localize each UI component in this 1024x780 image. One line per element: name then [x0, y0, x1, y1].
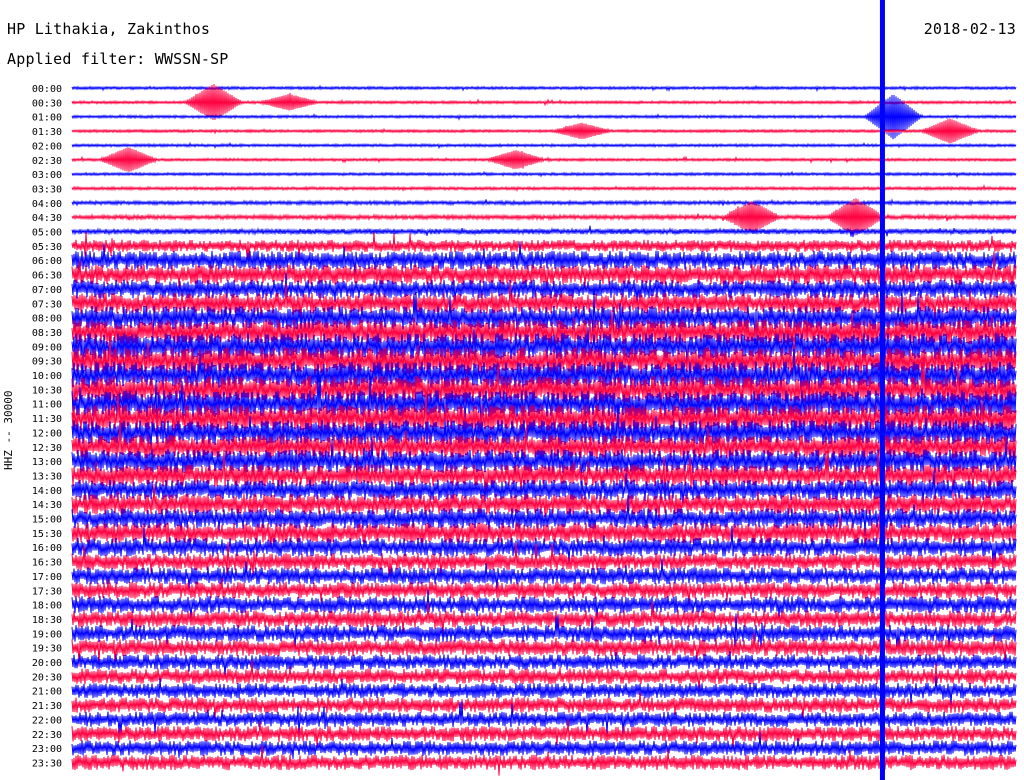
row-time-label: 16:30	[32, 558, 62, 569]
row-time-label: 15:00	[32, 515, 62, 526]
row-time-label: 08:30	[32, 328, 62, 339]
trace-line	[71, 198, 1017, 207]
row-time-label: 17:30	[32, 586, 62, 597]
row-time-label: 14:30	[32, 500, 62, 511]
row-time-label: 16:00	[32, 543, 62, 554]
trace-line	[71, 184, 1017, 192]
row-time-label: 17:00	[32, 572, 62, 583]
row-time-label: 13:00	[32, 457, 62, 468]
row-time-label: 12:30	[32, 443, 62, 454]
event-spike	[879, 0, 885, 780]
row-time-label: 15:30	[32, 529, 62, 540]
row-time-label: 13:30	[32, 471, 62, 482]
row-time-label: 09:00	[32, 342, 62, 353]
row-time-label: 23:00	[32, 744, 62, 755]
row-time-label: 22:30	[32, 730, 62, 741]
row-time-label: 06:30	[32, 271, 62, 282]
row-time-label: 21:00	[32, 687, 62, 698]
row-time-label: 22:00	[32, 715, 62, 726]
row-time-label: 20:00	[32, 658, 62, 669]
row-time-label: 18:00	[32, 601, 62, 612]
row-time-label: 00:30	[32, 98, 62, 109]
row-time-label: 23:30	[32, 758, 62, 769]
row-time-label: 12:00	[32, 428, 62, 439]
row-time-label: 01:00	[32, 113, 62, 124]
row-time-label: 11:00	[32, 400, 62, 411]
row-time-label: 10:30	[32, 385, 62, 396]
seismogram-plot: 00:00 00:30 01:00 01:30 02:00 02:30 03:00 03:30…	[32, 0, 1017, 780]
row-time-label: 03:30	[32, 184, 62, 195]
row-time-label: 04:30	[32, 213, 62, 224]
row-time-label: 09:30	[32, 357, 62, 368]
trace-line	[71, 225, 1017, 238]
row-time-label: 19:30	[32, 644, 62, 655]
row-time-label: 03:00	[32, 170, 62, 181]
row-time-label: 11:30	[32, 414, 62, 425]
row-time-label: 10:00	[32, 371, 62, 382]
row-time-label: 01:30	[32, 127, 62, 138]
row-time-label: 05:30	[32, 242, 62, 253]
row-time-label: 08:00	[32, 314, 62, 325]
trace-line	[71, 147, 1017, 172]
row-time-label: 02:00	[32, 141, 62, 152]
row-time-label: 18:30	[32, 615, 62, 626]
row-time-label: 07:00	[32, 285, 62, 296]
row-time-label: 14:00	[32, 486, 62, 497]
row-time-label: 04:00	[32, 199, 62, 210]
row-time-label: 06:00	[32, 256, 62, 267]
row-time-label: 05:00	[32, 228, 62, 239]
row-time-label: 02:30	[32, 156, 62, 167]
row-time-label: 19:00	[32, 629, 62, 640]
trace-line	[71, 141, 1017, 150]
row-time-label: 21:30	[32, 701, 62, 712]
row-time-label: 20:30	[32, 672, 62, 683]
row-time-label: 00:00	[32, 84, 62, 95]
row-time-label: 07:30	[32, 299, 62, 310]
trace-line	[71, 170, 1017, 178]
